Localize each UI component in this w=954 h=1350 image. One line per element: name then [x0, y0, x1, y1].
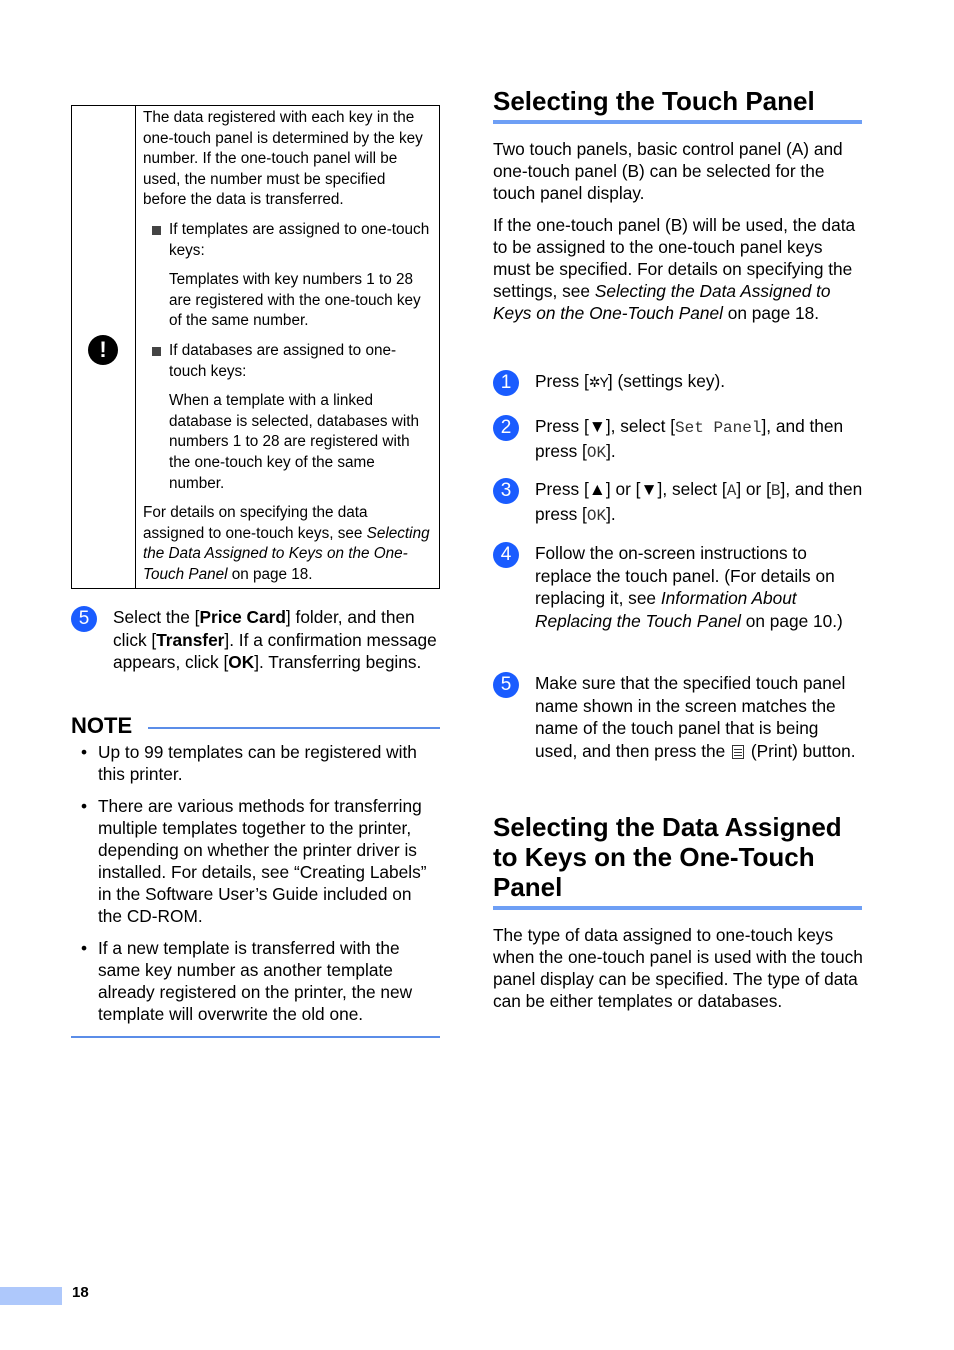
note-item: • If a new template is transferred with t…: [81, 938, 413, 1024]
step-number-badge: 5: [71, 606, 97, 632]
step-2: 2 Press [▼], select [Set Panel], and the…: [493, 415, 863, 464]
important-box: ! The data registered with each key in t…: [71, 105, 440, 589]
important-bullet: If templates are assigned to one-touch k…: [143, 220, 431, 261]
step-5: 5 Make sure that the specified touch pan…: [493, 672, 863, 762]
paragraph: Two touch panels, basic control panel (A…: [493, 139, 843, 203]
note-rule: [148, 727, 440, 729]
step-3: 3 Press [▲] or [▼], select [A] or [B], a…: [493, 478, 863, 527]
heading-rule: [493, 906, 862, 910]
important-icon-column: !: [72, 106, 136, 588]
step-number-badge: 2: [493, 415, 519, 441]
page-number: 18: [72, 1284, 89, 1301]
exclamation-icon: !: [88, 335, 118, 365]
step-number-badge: 4: [493, 542, 519, 568]
important-text: The data registered with each key in the…: [136, 106, 439, 588]
heading-rule: [493, 120, 862, 124]
important-intro: The data registered with each key in the…: [143, 109, 423, 209]
important-bullet-detail: When a template with a linked database i…: [169, 392, 420, 492]
note-list: • Up to 99 templates can be registered wi…: [71, 741, 440, 1035]
note-title: NOTE: [71, 713, 133, 738]
step-number-badge: 1: [493, 370, 519, 396]
step-5-left: 5 Select the [Price Card] folder, and th…: [71, 606, 441, 674]
paragraph: The type of data assigned to one-touch k…: [493, 925, 863, 1011]
square-bullet-icon: [152, 346, 161, 356]
section-heading: Selecting the Touch Panel: [493, 86, 815, 116]
note-item: • Up to 99 templates can be registered wi…: [81, 742, 417, 784]
footer-tab: [0, 1287, 62, 1305]
important-bullet-detail: Templates with key numbers 1 to 28 are r…: [169, 271, 421, 330]
note-bottom-rule: [71, 1036, 440, 1038]
step-1: 1 Press [✲Y] (settings key).: [493, 370, 863, 396]
step-number-badge: 5: [493, 672, 519, 698]
important-footer: For details on specifying the data assig…: [143, 504, 430, 583]
section-heading: Selecting the Data Assigned to Keys on t…: [493, 812, 842, 902]
important-bullet: If databases are assigned to one-touch k…: [143, 341, 431, 382]
note-item: • There are various methods for transferr…: [81, 796, 427, 926]
print-icon: [732, 744, 745, 759]
step-4: 4 Follow the on-screen instructions to r…: [493, 542, 863, 632]
note-header: NOTE: [71, 713, 440, 739]
settings-key-icon: ✲Y: [588, 374, 609, 390]
paragraph: If the one-touch panel (B) will be used,…: [493, 215, 856, 323]
square-bullet-icon: [152, 225, 161, 235]
step-number-badge: 3: [493, 478, 519, 504]
